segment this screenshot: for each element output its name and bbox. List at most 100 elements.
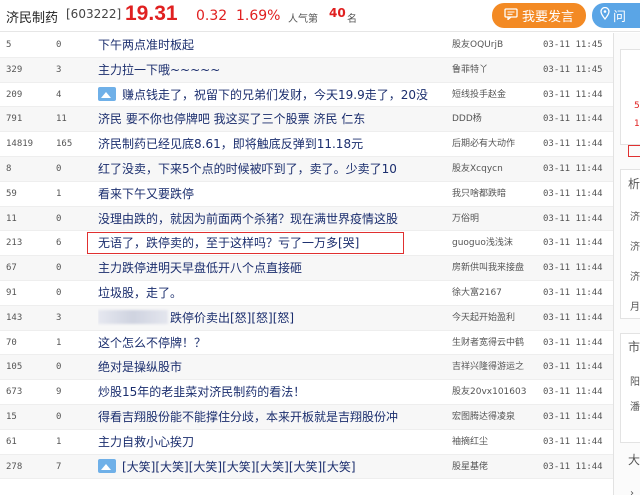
author-link[interactable]: 房新供叫我来接盘	[452, 256, 538, 280]
post-title-link[interactable]: 垃圾股，走了。	[98, 286, 182, 300]
reply-count: 0	[56, 213, 62, 224]
post-time: 03-11 11:44	[543, 163, 603, 174]
post-title-link[interactable]: 绝对是操纵股市	[98, 360, 182, 374]
author-link[interactable]: 鲁菲特丫	[452, 58, 538, 82]
post-time: 03-11 11:44	[543, 188, 603, 199]
author-link[interactable]: 短线投手赵金	[452, 83, 538, 107]
sidebar-value: 1	[634, 119, 640, 129]
post-time: 03-11 11:45	[543, 64, 603, 75]
post-title-link[interactable]: 跌停价卖出[怒][怒][怒]	[170, 311, 294, 325]
author-link[interactable]: DDD杨	[452, 107, 538, 131]
post-row: 59 1 看来下午又要跌停 我只啥都跌暗 03-11 11:44	[0, 182, 613, 207]
post-row: 11 0 没理由跌的，就因为前面两个杀猪？现在满世界疫情这股 万俗明 03-11 11:…	[0, 206, 613, 232]
post-time: 03-11 11:44	[543, 89, 603, 100]
author-link[interactable]: guoguo浅浅沫	[452, 231, 538, 255]
post-title-link[interactable]: 没理由跌的，就因为前面两个杀猪？现在满世界疫情这股	[98, 212, 398, 226]
post-row: 329 3 主力拉一下哦~~~~~ 鲁菲特丫 03-11 11:45	[0, 57, 613, 83]
author-link[interactable]: 我只啥都跌暗	[452, 182, 538, 206]
post-row: 15 0 得看吉翔股份能不能撑住分歧，本来开板就是吉翔股份冲 宏图腾达得凌泉 03-11…	[0, 404, 613, 430]
author-link[interactable]: 袖摘红尘	[452, 430, 538, 454]
post-title-link[interactable]: 得看吉翔股份能不能撑住分歧，本来开板就是吉翔股份冲	[98, 410, 398, 424]
post-time: 03-11 11:44	[543, 139, 603, 150]
post-title-link[interactable]: 济民制药已经见底8.61，即将触底反弹到11.18元	[98, 137, 363, 151]
price-change-percent: 1.69%	[236, 8, 281, 24]
popularity-unit: 名	[347, 14, 357, 25]
author-link[interactable]: 万俗明	[452, 207, 538, 231]
sidebar-glyph[interactable]: 济	[630, 208, 640, 223]
reply-count: 0	[56, 263, 62, 274]
post-title-link[interactable]: 无语了，跌停卖的，至于这样吗？亏了一万多[哭]	[98, 236, 359, 250]
sidebar-glyph[interactable]: 阳	[630, 373, 640, 388]
sidebar-glyph[interactable]: 潘	[630, 398, 640, 413]
price-change: 0.32	[196, 8, 228, 24]
reply-count: 0	[56, 40, 62, 50]
post-title-cell: 赚点钱走了，祝留下的兄弟们发财，今天19.9走了，20没	[98, 83, 443, 107]
post-button-label: 我要发言	[521, 10, 574, 25]
post-time: 03-11 11:44	[543, 461, 603, 472]
stock-code: [603222]	[66, 7, 122, 21]
post-title-link[interactable]: 主力拉一下哦~~~~~	[98, 63, 220, 77]
author-link[interactable]: 股星基佬	[452, 455, 538, 479]
post-title-cell: 主力跌停进明天早盘低开八个点直接砸	[98, 256, 443, 280]
author-link[interactable]: 股友OQUrjB	[452, 33, 538, 57]
post-time: 03-11 11:44	[543, 213, 603, 224]
post-title-link[interactable]: [大笑][大笑][大笑][大笑][大笑][大笑][大笑]	[122, 460, 356, 474]
post-title-link[interactable]: 济民 要不你也停牌吧 我这买了三个股票 济民 仁东	[98, 112, 365, 126]
post-row: 61 1 主力自救小心挨刀 袖摘红尘 03-11 11:44	[0, 430, 613, 455]
post-title-link[interactable]: 赚点钱走了，祝留下的兄弟们发财，今天19.9走了，20没	[122, 88, 428, 102]
post-time: 03-11 11:44	[543, 287, 603, 298]
post-title-link[interactable]: 主力自救小心挨刀	[98, 435, 194, 449]
read-count: 70	[6, 337, 17, 348]
post-time: 03-11 11:44	[543, 411, 603, 422]
ask-button-label: 问	[613, 10, 627, 25]
post-button[interactable]: 我要发言	[492, 3, 586, 28]
post-title-link[interactable]: 这个怎么不停牌！？	[98, 336, 206, 350]
reply-count: 0	[56, 362, 62, 373]
post-title-cell: 主力自救小心挨刀	[98, 430, 443, 454]
post-title-cell: 垃圾股，走了。	[98, 281, 443, 305]
post-list: 5 0 下午两点准时板起 股友OQUrjB 03-11 11:45 329 3 主力拉一下哦~…	[0, 33, 613, 480]
read-count: 15	[6, 411, 17, 422]
sidebar-value: 5	[634, 101, 640, 111]
sidebar-glyph[interactable]: 济	[630, 238, 640, 253]
author-link[interactable]: 股友20vx101603	[452, 380, 538, 404]
author-link[interactable]: 今天起开始盈利	[452, 306, 538, 330]
sidebar-glyph[interactable]: 济	[630, 268, 640, 283]
read-count: 11	[6, 213, 17, 224]
author-link[interactable]: 宏图腾达得凌泉	[452, 405, 538, 429]
post-row: 278 7 [大笑][大笑][大笑][大笑][大笑][大笑][大笑] 股星基佬 03-1…	[0, 454, 613, 480]
post-title-link[interactable]: 炒股15年的老韭菜对济民制药的看法！	[98, 385, 305, 399]
post-title-cell: 济民 要不你也停牌吧 我这买了三个股票 济民 仁东	[98, 107, 443, 131]
author-link[interactable]: 徐大富2167	[452, 281, 538, 305]
post-row: 209 4 赚点钱走了，祝留下的兄弟们发财，今天19.9走了，20没 短线投手赵金 03…	[0, 83, 613, 108]
read-count: 791	[6, 114, 23, 125]
post-title-cell: 看来下午又要跌停	[98, 182, 443, 206]
reply-count: 1	[56, 436, 62, 447]
post-title-link[interactable]: 看来下午又要跌停	[98, 187, 194, 201]
right-sidebar: 5 1 析 济 济 济 月 市 阳 潘 大 ›	[613, 33, 640, 495]
sidebar-glyph[interactable]: 月	[630, 298, 640, 313]
reply-count: 3	[56, 64, 62, 75]
reply-count: 1	[56, 337, 62, 348]
location-pin-icon	[600, 6, 610, 24]
post-title-link[interactable]: 红了没卖，下来5个点的时候被吓到了，卖了。少卖了10	[98, 162, 397, 176]
author-link[interactable]: 吉祥兴隆得游运之	[452, 355, 538, 379]
author-link[interactable]: 生财者宽得云中鹤	[452, 331, 538, 355]
post-title-cell: 主力拉一下哦~~~~~	[98, 58, 443, 82]
post-title-cell: 下午两点准时板起	[98, 33, 443, 57]
reply-count: 0	[56, 287, 62, 298]
read-count: 59	[6, 188, 17, 199]
sidebar-scroll-arrow[interactable]: ›	[630, 488, 634, 495]
post-title-link[interactable]: 下午两点准时板起	[98, 38, 194, 52]
comment-icon	[504, 7, 518, 24]
post-title-cell: 红了没卖，下来5个点的时候被吓到了，卖了。少卖了10	[98, 157, 443, 181]
author-link[interactable]: 后期必有大动作	[452, 132, 538, 156]
reply-count: 9	[56, 387, 62, 398]
post-title-link[interactable]: 主力跌停进明天早盘低开八个点直接砸	[98, 261, 302, 275]
author-link[interactable]: 股友Xcqycn	[452, 157, 538, 181]
stock-name[interactable]: 济民制药	[6, 7, 58, 26]
read-count: 278	[6, 461, 23, 472]
post-title-cell: 得看吉翔股份能不能撑住分歧，本来开板就是吉翔股份冲	[98, 405, 443, 429]
post-row: 105 0 绝对是操纵股市 吉祥兴隆得游运之 03-11 11:44	[0, 355, 613, 381]
ask-button[interactable]: 问	[592, 3, 640, 28]
